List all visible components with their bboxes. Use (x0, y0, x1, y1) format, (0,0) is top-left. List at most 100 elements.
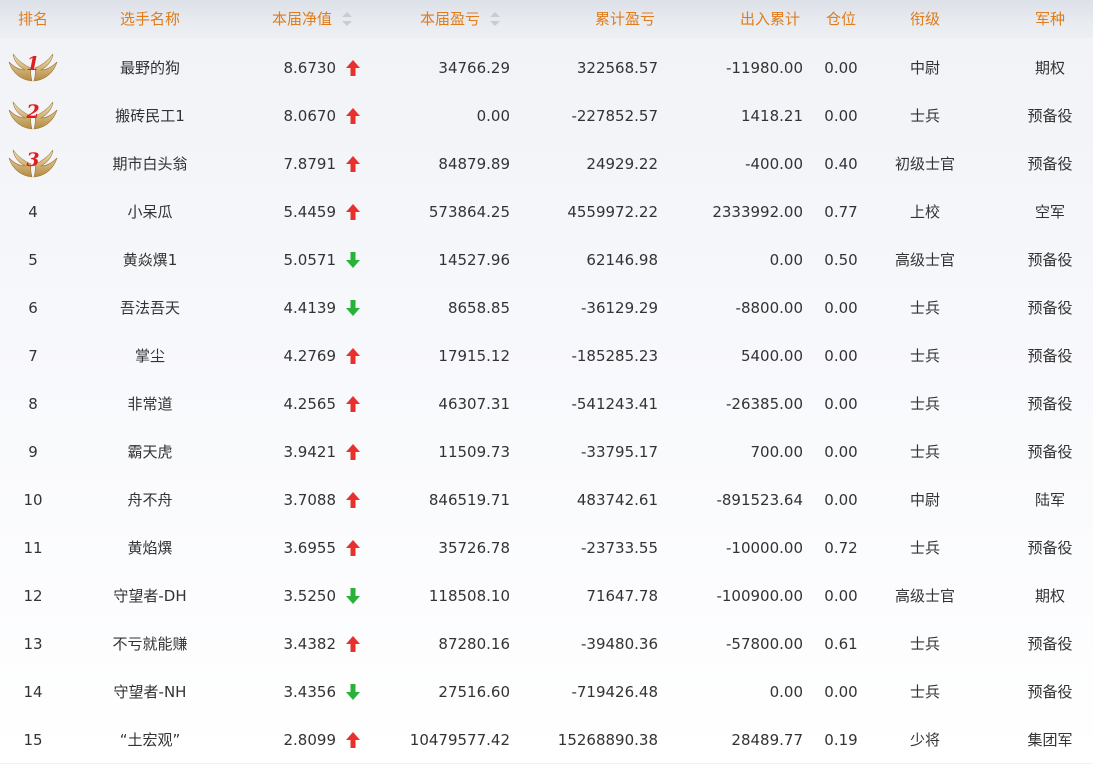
cell-nav: 4.2769 (283, 347, 337, 365)
cell-grade: 士兵 (909, 299, 940, 317)
cell-pnl: 0.00 (476, 107, 510, 125)
cell-rank: 11 (23, 539, 43, 557)
cell-name[interactable]: 黄焰熼 (90, 524, 210, 572)
cell-name[interactable]: 守望者-DH (90, 572, 210, 620)
cell-name[interactable]: 守望者-NH (90, 668, 210, 716)
sort-icon[interactable] (490, 12, 501, 26)
cell-flow: 700.00 (750, 443, 804, 461)
cell-position: 0.00 (824, 491, 858, 509)
table-row[interactable]: 1 最野的狗 8.6730 34766.29 322568.57 -11980.00 0.0… (0, 44, 1093, 92)
table-row[interactable]: 2 搬砖民工1 8.0670 0.00 -227852.57 1418.21 0.00 士兵 预… (0, 92, 1093, 140)
cell-grade: 高级士官 (894, 251, 955, 269)
cell-position: 0.00 (824, 299, 858, 317)
cell-name[interactable]: 非常道 (90, 380, 210, 428)
rank-medal: 3 (6, 147, 60, 181)
cell-cum-pnl: 4559972.22 (567, 203, 658, 221)
cell-name[interactable]: 掌尘 (90, 332, 210, 380)
cell-cum-pnl: 71647.78 (586, 587, 658, 605)
arrow-up-icon (346, 732, 360, 748)
cell-nav: 4.2565 (283, 395, 337, 413)
cell-name[interactable]: 黄焱熼1 (90, 236, 210, 284)
table-row[interactable]: 9 霸天虎 3.9421 11509.73 -33795.17 700.00 0.00 士兵 预… (0, 428, 1093, 476)
header-flow: 出入累计 (739, 10, 800, 28)
cell-rank: 9 (28, 443, 38, 461)
cell-nav: 8.6730 (283, 59, 337, 77)
table-row[interactable]: 13 不亏就能赚 3.4382 87280.16 -39480.36 -57800.00 0… (0, 620, 1093, 668)
cell-branch: 预备役 (1027, 539, 1073, 557)
cell-name[interactable]: 搬砖民工1 (90, 92, 210, 140)
arrow-up-icon (346, 396, 360, 412)
cell-name[interactable]: 吾法吾天 (90, 284, 210, 332)
cell-grade: 初级士官 (894, 155, 955, 173)
cell-flow: 2333992.00 (712, 203, 803, 221)
cell-cum-pnl: -185285.23 (571, 347, 658, 365)
table-row[interactable]: 12 守望者-DH 3.5250 118508.10 71647.78 -100900.0… (0, 572, 1093, 620)
cell-nav: 8.0670 (283, 107, 337, 125)
table-row[interactable]: 10 舟不舟 3.7088 846519.71 483742.61 -891523.64 0… (0, 476, 1093, 524)
cell-position: 0.00 (824, 683, 858, 701)
cell-pnl: 84879.89 (438, 155, 510, 173)
cell-name[interactable]: 霸天虎 (90, 428, 210, 476)
cell-flow: 28489.77 (731, 731, 803, 749)
header-position: 仓位 (825, 10, 856, 28)
cell-position: 0.00 (824, 59, 858, 77)
cell-name[interactable]: “土宏观” (90, 716, 210, 764)
cell-cum-pnl: -719426.48 (571, 683, 658, 701)
cell-pnl: 17915.12 (438, 347, 510, 365)
header-pnl-sortable[interactable]: 本届盈亏 (420, 0, 520, 38)
table-row[interactable]: 7 掌尘 4.2769 17915.12 -185285.23 5400.00 0.00 士兵… (0, 332, 1093, 380)
cell-flow: 0.00 (769, 251, 803, 269)
table-row[interactable]: 6 吾法吾天 4.4139 8658.85 -36129.29 -8800.00 0.00 士… (0, 284, 1093, 332)
cell-branch: 预备役 (1027, 347, 1073, 365)
cell-name[interactable]: 不亏就能赚 (90, 620, 210, 668)
cell-nav: 5.4459 (283, 203, 337, 221)
cell-pnl: 846519.71 (428, 491, 510, 509)
cell-branch: 预备役 (1027, 443, 1073, 461)
table-row[interactable]: 14 守望者-NH 3.4356 27516.60 -719426.48 0.00 0.00… (0, 668, 1093, 716)
cell-name[interactable]: 最野的狗 (90, 44, 210, 92)
cell-position: 0.19 (824, 731, 858, 749)
cell-nav: 4.4139 (283, 299, 337, 317)
leaderboard: 排名 选手名称 本届净值 本届盈亏 累计盈亏 出入累计 仓位 衔级 军种 1 最野… (0, 0, 1093, 763)
cell-pnl: 10479577.42 (409, 731, 510, 749)
header-pnl: 本届盈亏 (420, 10, 481, 28)
arrow-down-icon (346, 300, 360, 316)
cell-flow: -26385.00 (726, 395, 803, 413)
cell-rank: 10 (23, 491, 43, 509)
arrow-up-icon (346, 108, 360, 124)
table-row[interactable]: 4 小呆瓜 5.4459 573864.25 4559972.22 2333992.00 0… (0, 188, 1093, 236)
cell-grade: 中尉 (909, 59, 940, 77)
cell-flow: -11980.00 (726, 59, 803, 77)
arrow-up-icon (346, 156, 360, 172)
table-row[interactable]: 3 期市白头翁 7.8791 84879.89 24929.22 -400.00 0.40 初… (0, 140, 1093, 188)
cell-nav: 3.7088 (283, 491, 337, 509)
cell-position: 0.00 (824, 587, 858, 605)
cell-pnl: 34766.29 (438, 59, 510, 77)
cell-pnl: 27516.60 (438, 683, 510, 701)
cell-name[interactable]: 舟不舟 (90, 476, 210, 524)
cell-pnl: 14527.96 (438, 251, 510, 269)
table-row[interactable]: 8 非常道 4.2565 46307.31 -541243.41 -26385.00 0.0… (0, 380, 1093, 428)
cell-position: 0.40 (824, 155, 858, 173)
cell-flow: 5400.00 (740, 347, 803, 365)
cell-branch: 期权 (1034, 59, 1065, 77)
arrow-up-icon (346, 348, 360, 364)
table-row[interactable]: 11 黄焰熼 3.6955 35726.78 -23733.55 -10000.00 0.7… (0, 524, 1093, 572)
cell-rank: 1 (26, 53, 40, 75)
header-nav-sortable[interactable]: 本届净值 (272, 0, 372, 38)
arrow-down-icon (346, 252, 360, 268)
cell-flow: -891523.64 (716, 491, 803, 509)
cell-grade: 士兵 (909, 683, 940, 701)
cell-flow: 1418.21 (740, 107, 803, 125)
sort-icon[interactable] (342, 12, 353, 26)
table-row[interactable]: 15 “土宏观” 2.8099 10479577.42 15268890.38 28489… (0, 716, 1093, 764)
cell-grade: 上校 (909, 203, 940, 221)
cell-cum-pnl: 483742.61 (576, 491, 658, 509)
table-row[interactable]: 5 黄焱熼1 5.0571 14527.96 62146.98 0.00 0.50 高级士官 预… (0, 236, 1093, 284)
cell-nav: 7.8791 (283, 155, 337, 173)
cell-name[interactable]: 小呆瓜 (90, 188, 210, 236)
cell-name[interactable]: 期市白头翁 (90, 140, 210, 188)
cell-flow: -400.00 (745, 155, 803, 173)
cell-rank: 12 (23, 587, 43, 605)
cell-branch: 期权 (1034, 587, 1065, 605)
